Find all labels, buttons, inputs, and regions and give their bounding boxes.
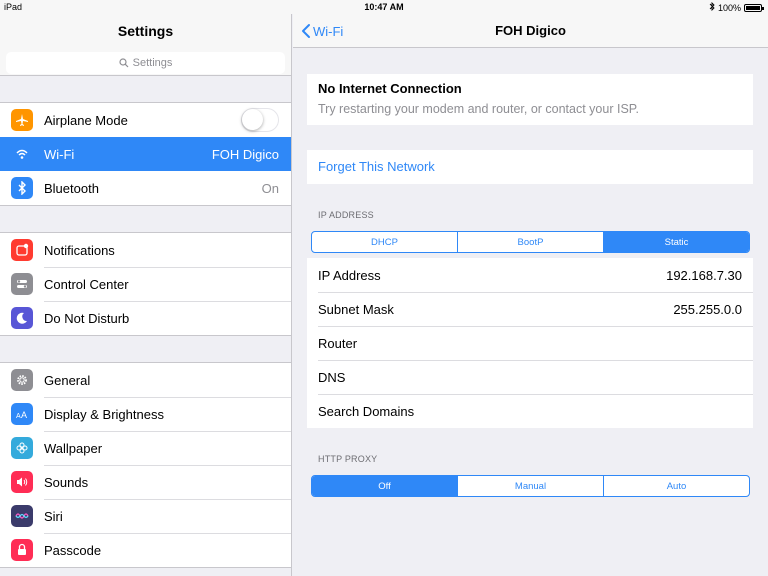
sidebar-item-wallpaper[interactable]: Wallpaper (0, 431, 291, 465)
settings-group: Airplane Mode Wi-Fi FOH Digico Bluetooth On (0, 102, 291, 206)
proxy-mode-auto-segment[interactable]: Auto (603, 476, 749, 496)
field-label: Search Domains (318, 403, 415, 419)
airplane-mode-toggle[interactable] (241, 108, 279, 132)
svg-text:A: A (21, 410, 27, 420)
proxy-mode-segmented-control: Off Manual Auto (311, 475, 750, 497)
wifi-network-detail: Wi-Fi FOH Digico No Internet Connection … (293, 14, 768, 576)
sidebar-item-bluetooth[interactable]: Bluetooth On (0, 171, 291, 205)
flower-icon (11, 437, 33, 459)
sidebar-item-label: Do Not Disturb (44, 310, 130, 326)
bluetooth-status-icon (709, 1, 715, 13)
wifi-icon (11, 143, 33, 165)
clock: 10:47 AM (364, 2, 404, 12)
proxy-mode-manual-segment[interactable]: Manual (457, 476, 603, 496)
status-bar: iPad 10:47 AM 100% (0, 0, 768, 14)
no-internet-notice: No Internet Connection Try restarting yo… (307, 74, 753, 125)
sidebar-item-label: Airplane Mode (44, 112, 128, 128)
sidebar-item-value: FOH Digico (211, 146, 279, 162)
sidebar-item-airplane-mode[interactable]: Airplane Mode (0, 103, 291, 137)
field-router[interactable]: Router (307, 326, 753, 360)
sidebar-item-general[interactable]: General (0, 363, 291, 397)
moon-icon (11, 307, 33, 329)
field-label: Router (318, 335, 358, 351)
ip-mode-static-segment[interactable]: Static (603, 232, 749, 252)
sidebar-item-label: Passcode (44, 542, 102, 558)
control-center-icon (11, 273, 33, 295)
speaker-icon (11, 471, 33, 493)
settings-sidebar: Settings Settings Airplane Mode Wi-Fi FOH … (0, 14, 292, 576)
settings-group: Notifications Control Center Do Not Distur… (0, 232, 291, 336)
siri-icon (11, 505, 33, 527)
notice-text: Try restarting your modem and router, or… (318, 102, 639, 116)
status-right: 100% (709, 1, 764, 13)
search-icon (119, 58, 129, 68)
ip-mode-segmented-control: DHCP BootP Static (311, 231, 750, 253)
field-label: IP Address (318, 267, 381, 283)
battery-icon (744, 3, 764, 12)
forget-network-button[interactable]: Forget This Network (307, 150, 753, 184)
sidebar-item-label: Siri (44, 508, 63, 524)
text-size-icon: AA (11, 403, 33, 425)
sidebar-item-display-brightness[interactable]: A A Display & Brightness (0, 397, 291, 431)
ip-mode-dhcp-segment[interactable]: DHCP (312, 232, 457, 252)
field-value[interactable]: 255.255.0.0 (673, 302, 742, 317)
notice-title: No Internet Connection (318, 81, 462, 96)
sidebar-item-notifications[interactable]: Notifications (0, 233, 291, 267)
battery-percent: 100% (717, 2, 741, 13)
sidebar-item-label: Control Center (44, 276, 129, 292)
sidebar-item-label: Sounds (44, 474, 89, 490)
sidebar-title: Settings (0, 14, 291, 48)
sidebar-item-label: Display & Brightness (44, 406, 164, 422)
field-subnet-mask[interactable]: Subnet Mask 255.255.0.0 (307, 292, 753, 326)
sidebar-item-do-not-disturb[interactable]: Do Not Disturb (0, 301, 291, 335)
sidebar-item-wifi[interactable]: Wi-Fi FOH Digico (0, 137, 291, 171)
field-ip-address[interactable]: IP Address 192.168.7.30 (307, 258, 753, 292)
http-proxy-section-label: HTTP PROXY (318, 454, 378, 464)
notifications-icon (11, 239, 33, 261)
sidebar-item-sounds[interactable]: Sounds (0, 465, 291, 499)
proxy-mode-off-segment[interactable]: Off (312, 476, 457, 496)
settings-group: General A A Display & Brightness Wallpaper So… (0, 362, 291, 568)
field-label: DNS (318, 369, 346, 385)
detail-title: FOH Digico (495, 23, 566, 38)
field-dns[interactable]: DNS (307, 360, 753, 394)
sidebar-item-value: On (261, 180, 279, 196)
settings-list: Airplane Mode Wi-Fi FOH Digico Bluetooth On N… (0, 102, 291, 568)
sidebar-item-label: Notifications (44, 242, 115, 258)
sidebar-item-label: General (44, 372, 91, 388)
search-bar: Settings (0, 48, 291, 76)
ip-address-section-label: IP ADDRESS (318, 210, 374, 220)
sidebar-item-passcode[interactable]: Passcode (0, 533, 291, 567)
sidebar-item-label: Wi-Fi (44, 146, 75, 162)
search-placeholder: Settings (132, 57, 173, 69)
field-label: Subnet Mask (318, 301, 394, 317)
sidebar-item-siri[interactable]: Siri (0, 499, 291, 533)
bluetooth-icon (11, 177, 33, 199)
gear-icon (11, 369, 33, 391)
field-value[interactable]: 192.168.7.30 (666, 268, 742, 283)
search-input[interactable]: Settings (6, 52, 285, 74)
sidebar-item-control-center[interactable]: Control Center (0, 267, 291, 301)
sidebar-item-label: Wallpaper (44, 440, 103, 456)
ip-mode-bootp-segment[interactable]: BootP (457, 232, 603, 252)
field-search-domains[interactable]: Search Domains (307, 394, 753, 428)
lock-icon (11, 539, 33, 561)
detail-navbar: Wi-Fi FOH Digico (293, 14, 768, 48)
airplane-icon (11, 109, 33, 131)
sidebar-item-label: Bluetooth (44, 180, 99, 196)
toggle-knob (242, 109, 263, 130)
ip-fields: IP Address 192.168.7.30 Subnet Mask 255.255… (307, 258, 753, 428)
